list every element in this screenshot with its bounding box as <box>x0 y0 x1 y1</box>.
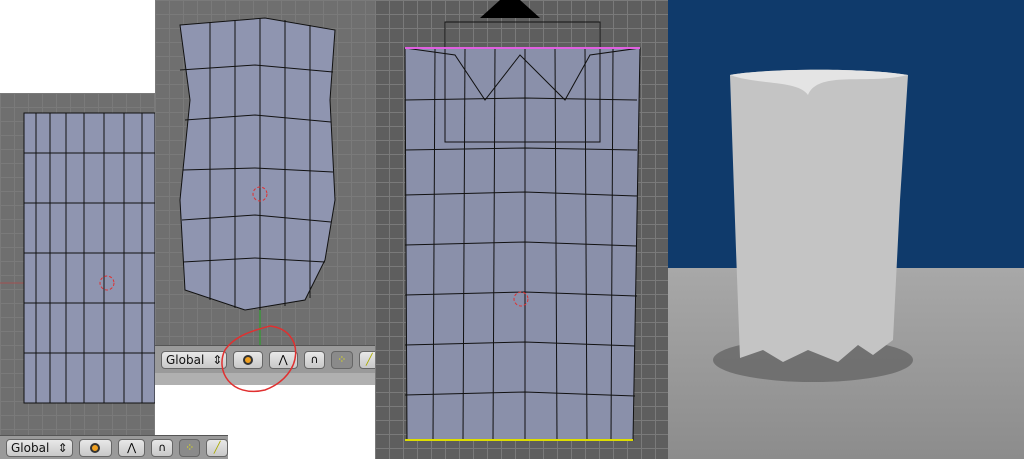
viewport-middle[interactable] <box>155 0 380 345</box>
pivot-point-button[interactable] <box>78 438 112 457</box>
viewport-front[interactable] <box>375 0 668 459</box>
edge-select-button[interactable]: ╱ <box>206 438 228 457</box>
crumpled-mesh <box>179 17 336 345</box>
annotation-circle <box>221 325 297 393</box>
transform-orientation-label: Global <box>166 352 205 367</box>
viewport-left[interactable] <box>0 93 155 435</box>
transform-orientation-label: Global <box>11 440 50 455</box>
edge-select-icon: ╱ <box>213 441 221 454</box>
pivot-point-icon <box>90 442 101 453</box>
cylinder-mesh <box>0 112 155 404</box>
vertex-select-icon: ⁘ <box>185 441 195 454</box>
magnet-icon: ∩ <box>158 441 167 454</box>
front-mesh <box>404 0 641 441</box>
vertex-select-button[interactable]: ⁘ <box>178 438 201 457</box>
proportional-falloff-button[interactable]: ⋀ <box>117 438 146 457</box>
proportional-falloff-icon: ⋀ <box>127 441 137 454</box>
render-view <box>668 0 1024 459</box>
magnet-icon: ∩ <box>310 353 319 366</box>
select-arrows-icon: ⇕ <box>57 440 68 455</box>
transform-orientation-select[interactable]: Global ⇕ <box>6 438 73 457</box>
camera-icon <box>480 0 540 18</box>
rendered-cup <box>713 69 913 382</box>
edge-select-icon: ╱ <box>365 353 373 366</box>
vertex-select-button[interactable]: ⁘ <box>331 350 353 369</box>
toolbar-left: Global ⇕ ⋀ ∩ ⁘ ╱ <box>0 435 228 459</box>
snap-button[interactable]: ∩ <box>151 438 173 457</box>
vertex-select-icon: ⁘ <box>337 353 347 366</box>
